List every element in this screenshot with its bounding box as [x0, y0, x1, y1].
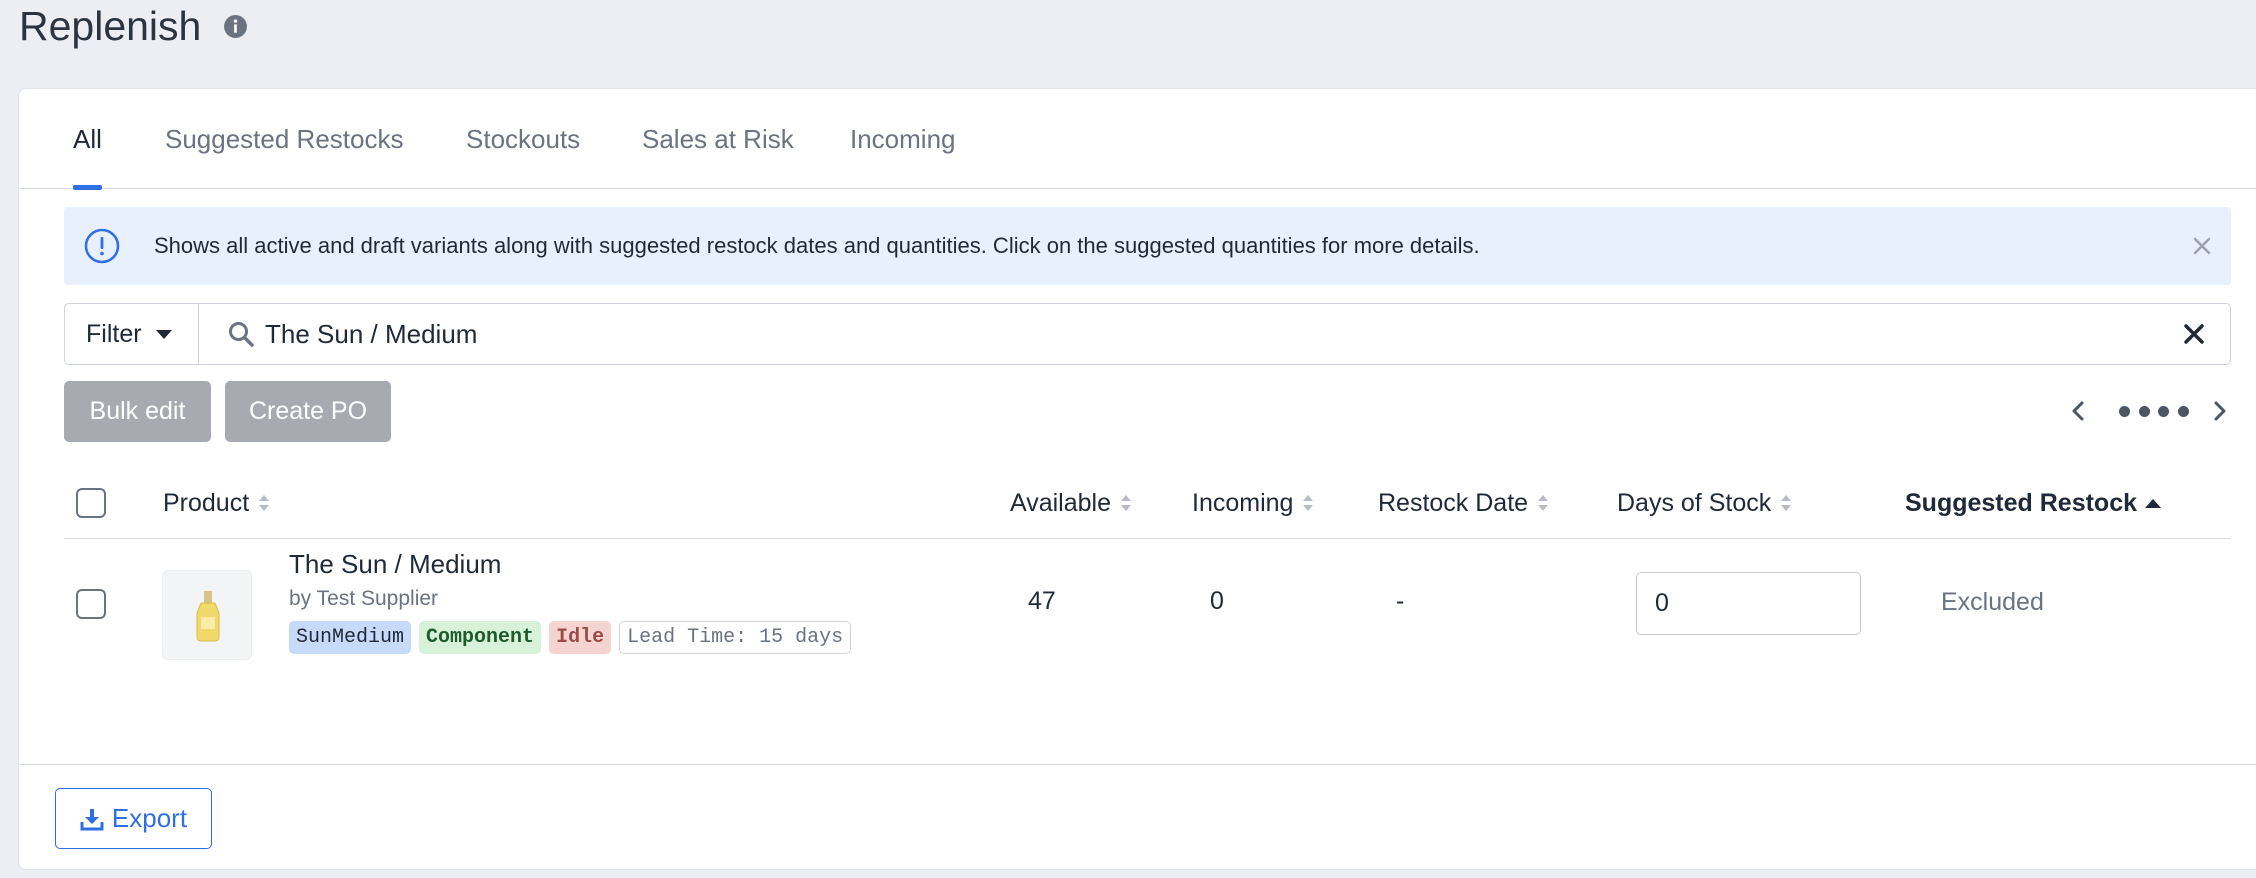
suggested-restock-value[interactable]: Excluded	[1941, 588, 2044, 617]
product-tags: SunMedium Component Idle Lead Time: 15 d…	[289, 621, 852, 654]
column-label: Incoming	[1192, 488, 1294, 517]
tab-bar: All Suggested Restocks Stockouts Sales a…	[19, 89, 2256, 190]
caret-down-icon	[155, 329, 172, 339]
product-name-link[interactable]: The Sun / Medium	[289, 549, 501, 580]
table-row: The Sun / Medium by Test Supplier SunMed…	[64, 539, 2231, 679]
replenish-card: All Suggested Restocks Stockouts Sales a…	[18, 88, 2256, 870]
tab-all[interactable]: All	[73, 89, 102, 190]
incoming-value: 0	[1210, 587, 1224, 615]
column-header-available[interactable]: Available	[1010, 467, 1133, 539]
page-title: Replenish	[19, 2, 202, 49]
search-icon	[229, 322, 254, 347]
filter-dropdown-button[interactable]: Filter	[65, 304, 199, 364]
column-header-days-of-stock[interactable]: Days of Stock	[1617, 467, 1793, 539]
sort-icon	[1781, 495, 1792, 511]
chevron-right-icon[interactable]	[2207, 399, 2231, 423]
sort-icon	[1121, 495, 1132, 511]
days-of-stock-input[interactable]	[1636, 572, 1861, 635]
restock-date-value: -	[1396, 587, 1405, 615]
clear-search-icon[interactable]	[2182, 322, 2206, 346]
bulk-edit-button[interactable]: Bulk edit	[64, 381, 211, 442]
tab-sales-at-risk[interactable]: Sales at Risk	[642, 89, 794, 189]
available-value: 47	[1028, 587, 1056, 615]
pagination-dots	[2119, 399, 2189, 423]
supplier-label: by Test Supplier	[289, 587, 439, 610]
exclamation-circle-icon	[84, 228, 120, 264]
page-dot[interactable]	[2158, 405, 2170, 417]
search-input[interactable]	[265, 312, 2165, 356]
page-header: Replenish	[19, 0, 248, 52]
lead-time-tag: Lead Time: 15 days	[619, 621, 852, 654]
footer-divider	[19, 764, 2256, 765]
column-header-suggested-restock[interactable]: Suggested Restock	[1905, 467, 2162, 539]
sku-tag: SunMedium	[289, 621, 412, 654]
export-label: Export	[111, 803, 188, 833]
page-dot[interactable]	[2177, 405, 2189, 417]
column-label: Suggested Restock	[1905, 488, 2138, 517]
column-header-product[interactable]: Product	[163, 467, 271, 539]
bottle-image	[196, 591, 220, 642]
product-thumbnail[interactable]	[162, 570, 252, 660]
chevron-left-icon[interactable]	[2067, 399, 2091, 423]
column-label: Product	[163, 488, 250, 517]
close-icon[interactable]	[2187, 231, 2217, 261]
info-icon[interactable]	[223, 14, 248, 39]
column-header-incoming[interactable]: Incoming	[1192, 467, 1315, 539]
column-label: Restock Date	[1378, 488, 1529, 517]
sort-icon	[259, 495, 270, 511]
pagination	[2067, 391, 2237, 431]
download-icon	[80, 808, 104, 830]
column-label: Available	[1010, 488, 1112, 517]
sort-ascending-icon	[2145, 498, 2162, 508]
sort-icon	[1303, 495, 1314, 511]
tab-incoming[interactable]: Incoming	[850, 89, 956, 189]
row-checkbox[interactable]	[76, 589, 106, 619]
sort-icon	[1538, 495, 1549, 511]
page-dot[interactable]	[2119, 405, 2130, 417]
component-tag: Component	[419, 621, 542, 654]
export-button[interactable]: Export	[55, 788, 212, 849]
tab-stockouts[interactable]: Stockouts	[466, 89, 580, 189]
column-header-restock-date[interactable]: Restock Date	[1378, 467, 1550, 539]
idle-tag: Idle	[549, 621, 612, 654]
page-dot[interactable]	[2138, 405, 2150, 417]
search-bar: Filter	[64, 303, 2231, 365]
select-all-checkbox[interactable]	[76, 488, 106, 518]
table-header: Product Available Incoming Restock Date …	[64, 467, 2231, 539]
tab-suggested-restocks[interactable]: Suggested Restocks	[165, 89, 403, 189]
info-alert: Shows all active and draft variants alon…	[64, 207, 2231, 285]
alert-text: Shows all active and draft variants alon…	[154, 233, 1480, 258]
filter-label: Filter	[86, 319, 142, 348]
column-label: Days of Stock	[1617, 488, 1772, 517]
create-po-button[interactable]: Create PO	[225, 381, 391, 442]
